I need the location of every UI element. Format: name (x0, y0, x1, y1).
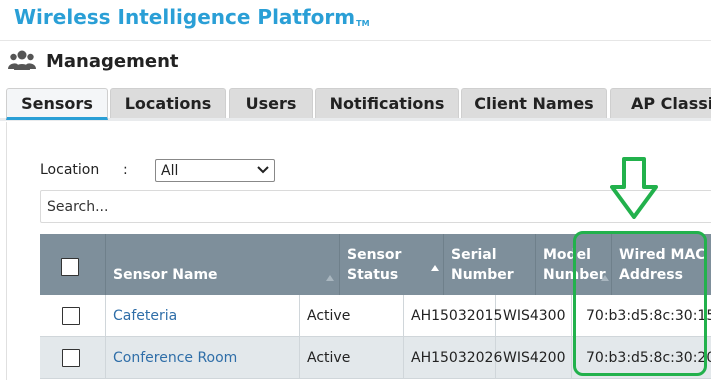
sensors-table: Sensor Name Sensor Status Serial Number … (40, 234, 711, 380)
section-title: Management (46, 51, 179, 72)
tab-locations[interactable]: Locations (110, 88, 226, 118)
tab-label: Sensors (21, 93, 93, 113)
cell-mac: 70:b3:d5:8c:30:20 (586, 350, 711, 366)
location-colon: : (123, 162, 128, 178)
trademark: TM (356, 19, 370, 28)
cell-model: WIS4200 (496, 337, 572, 379)
header-model-number[interactable]: Model Number (536, 234, 612, 295)
cell-status: Active (300, 337, 404, 379)
row-select-cell (40, 337, 106, 379)
tab-label: Client Names (474, 94, 594, 113)
header-label: Sensor Name (113, 267, 218, 283)
cell-status: Active (300, 295, 404, 337)
select-all-checkbox[interactable] (61, 258, 79, 276)
row-checkbox[interactable] (62, 307, 80, 325)
sort-desc-icon (431, 265, 439, 271)
header-sensor-name[interactable]: Sensor Name (106, 234, 340, 295)
tab-client-names[interactable]: Client Names (461, 88, 607, 118)
location-select-value: All (161, 162, 179, 179)
tab-bar: Sensors Locations Users Notifications Cl… (0, 88, 711, 121)
header-label: Model Number (543, 247, 606, 283)
tab-label: Locations (124, 94, 212, 113)
tab-users[interactable]: Users (229, 88, 313, 118)
header-sensor-status[interactable]: Sensor Status (340, 234, 444, 295)
tab-label: AP Classifi (631, 94, 711, 113)
users-icon (8, 50, 36, 70)
sensor-name-link[interactable]: Conference Room (113, 350, 237, 366)
header-label: Wired MAC Address (619, 247, 706, 283)
header-label: Sensor Status (347, 247, 402, 283)
app-header: Wireless Intelligence PlatformTM (0, 0, 711, 41)
tab-label: Users (245, 94, 297, 113)
sort-asc-icon (601, 275, 609, 281)
cell-serial: AH15032026 (404, 337, 502, 379)
header-wired-mac[interactable]: Wired MAC Address (612, 234, 711, 295)
cell-serial: AH15032015 (404, 295, 502, 337)
cell-model: WIS4300 (496, 295, 572, 337)
location-select[interactable]: All (155, 159, 275, 182)
table-row[interactable]: Cafeteria Active AH15032015 WIS4300 70:b… (40, 295, 711, 337)
app-title: Wireless Intelligence PlatformTM (14, 5, 370, 29)
header-label: Serial Number (451, 247, 514, 283)
sort-asc-icon (326, 275, 334, 281)
sensor-name-link[interactable]: Cafeteria (113, 308, 177, 324)
row-checkbox[interactable] (62, 349, 80, 367)
tab-sensors[interactable]: Sensors (6, 88, 108, 120)
cell-sensor-name: Cafeteria (106, 295, 300, 337)
location-label: Location (40, 162, 100, 178)
header-serial-number: Serial Number (444, 234, 536, 295)
row-select-cell (40, 295, 106, 337)
tab-label: Notifications (329, 94, 445, 113)
app-title-text: Wireless Intelligence Platform (14, 5, 356, 29)
chevron-down-icon (257, 166, 269, 174)
tab-ap-classification[interactable]: AP Classifi (610, 88, 711, 118)
cell-mac: 70:b3:d5:8c:30:15 (586, 308, 711, 324)
table-header: Sensor Name Sensor Status Serial Number … (40, 234, 711, 295)
search-input[interactable] (40, 190, 711, 223)
cell-sensor-name: Conference Room (106, 337, 300, 379)
header-select-all (40, 234, 106, 295)
table-row[interactable]: Conference Room Active AH15032026 WIS420… (40, 337, 711, 379)
tab-notifications[interactable]: Notifications (315, 88, 459, 118)
